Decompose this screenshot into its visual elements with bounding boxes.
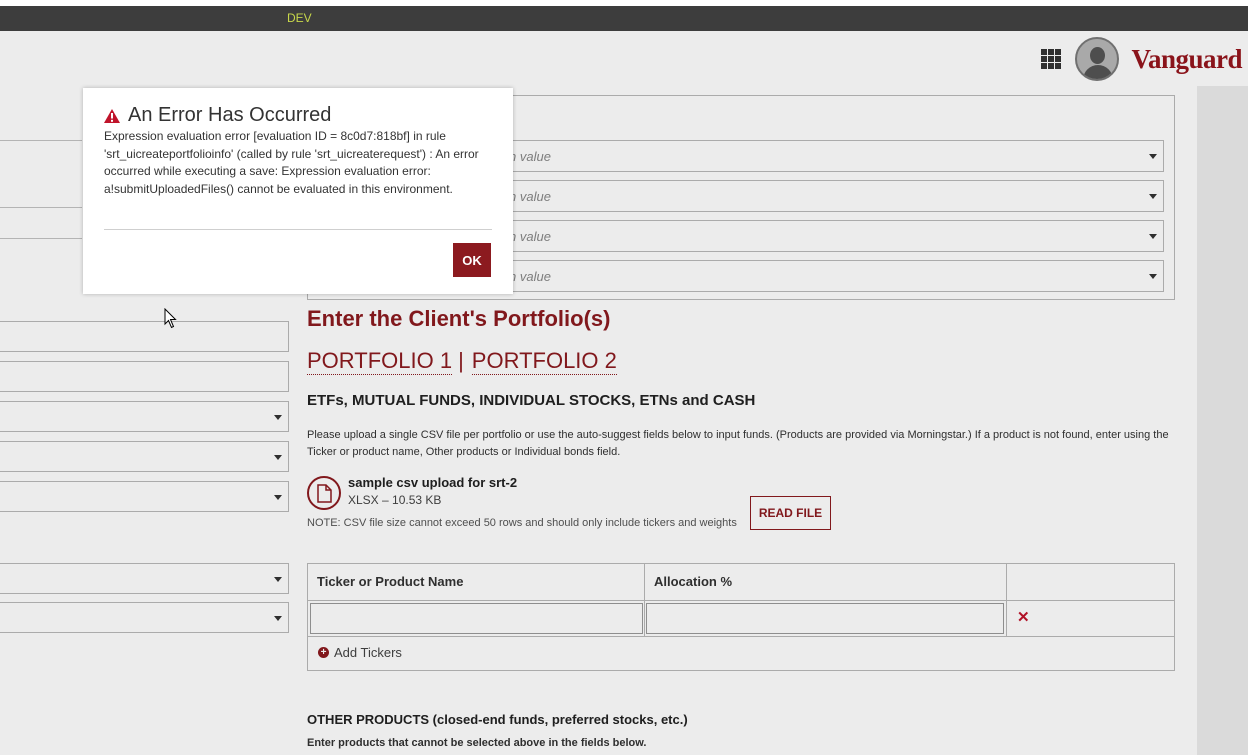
error-dialog: An Error Has Occurred Expression evaluat… bbox=[83, 88, 513, 294]
dialog-message: Expression evaluation error [evaluation … bbox=[104, 129, 479, 196]
mouse-cursor-icon bbox=[164, 308, 177, 329]
environment-bar: DEV bbox=[0, 6, 1248, 31]
dialog-title-row: An Error Has Occurred bbox=[104, 104, 331, 127]
environment-label: DEV bbox=[287, 11, 312, 25]
ok-button[interactable]: OK bbox=[453, 243, 491, 277]
warning-icon bbox=[104, 108, 120, 123]
dialog-title: An Error Has Occurred bbox=[128, 104, 332, 126]
dialog-divider bbox=[104, 229, 492, 230]
